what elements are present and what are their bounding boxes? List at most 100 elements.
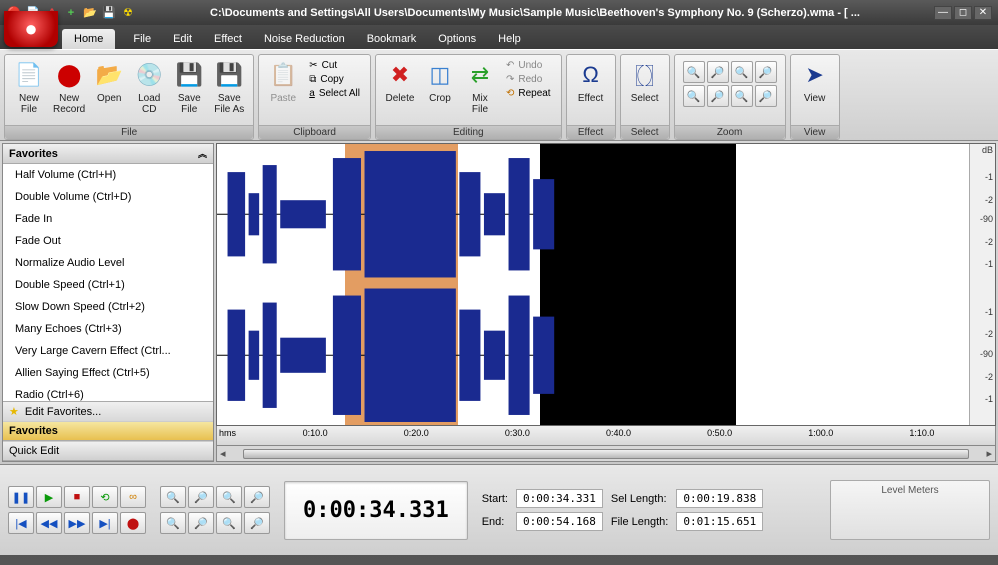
collapse-icon[interactable]: ︽ [198,147,207,160]
record-button[interactable]: ⬤ [120,512,146,534]
effect-button[interactable]: ΩEffect [571,57,611,106]
repeat-button[interactable]: ⟲Repeat [502,87,555,100]
stop-button[interactable]: ■ [64,486,90,508]
loop-toggle-button[interactable]: ∞ [120,486,146,508]
goto-start-button[interactable]: |◀ [8,512,34,534]
record-icon: ⬤ [53,59,85,91]
qa-open-icon[interactable]: 📂 [82,5,98,21]
selection-region-b[interactable] [540,144,736,425]
end-value: 0:00:54.168 [516,512,603,531]
rewind-button[interactable]: ◀◀ [36,512,62,534]
minimize-button[interactable]: — [934,6,952,20]
level-meters: Level Meters [830,480,990,540]
list-item[interactable]: Fade In [3,208,213,230]
qa-save-icon[interactable]: 💾 [101,5,117,21]
delete-button[interactable]: ✖Delete [380,57,420,106]
zoom-r-button[interactable]: 🔎 [244,512,270,534]
app-menu-button[interactable]: ● [4,11,58,47]
list-item[interactable]: Double Volume (Ctrl+D) [3,186,213,208]
delete-icon: ✖ [384,59,416,91]
ribbon-group-view-label: View [791,125,839,139]
cut-button[interactable]: ✂Cut [305,59,364,72]
close-button[interactable]: ✕ [974,6,992,20]
new-file-button[interactable]: 📄New File [9,57,49,117]
qa-plus-icon[interactable]: + [63,5,79,21]
zoom-left-button[interactable]: 🔍 [731,85,753,107]
goto-end-button[interactable]: ▶| [92,512,118,534]
zoom-in-v-button[interactable]: 🔍 [683,85,705,107]
transport-controls: ❚❚ ▶ ■ ⟲ ∞ |◀ ◀◀ ▶▶ ▶| ⬤ [8,486,146,534]
list-item[interactable]: Normalize Audio Level [3,252,213,274]
crop-icon: ◫ [424,59,456,91]
list-item[interactable]: Very Large Cavern Effect (Ctrl... [3,340,213,362]
list-item[interactable]: Fade Out [3,230,213,252]
menu-options[interactable]: Options [428,29,486,49]
sel-length-value: 0:00:19.838 [676,489,763,508]
menu-bookmark[interactable]: Bookmark [357,29,427,49]
favorites-tab-button[interactable]: Favorites [3,421,213,441]
zoom-full-button[interactable]: 🔎 [755,61,777,83]
mix-file-button[interactable]: ⇄Mix File [460,57,500,117]
load-cd-button[interactable]: 💿Load CD [129,57,169,117]
list-item[interactable]: Half Volume (Ctrl+H) [3,164,213,186]
scroll-left-icon[interactable]: ◂ [217,447,229,460]
list-item[interactable]: Radio (Ctrl+6) [3,384,213,401]
maximize-button[interactable]: ◻ [954,6,972,20]
zoom-vout-button[interactable]: 🔎 [188,512,214,534]
view-button[interactable]: ➤View [795,57,835,106]
tab-home[interactable]: Home [62,29,115,49]
menu-edit[interactable]: Edit [163,29,202,49]
forward-button[interactable]: ▶▶ [64,512,90,534]
edit-favorites-button[interactable]: ★ Edit Favorites... [3,401,213,421]
list-item[interactable]: Slow Down Speed (Ctrl+2) [3,296,213,318]
quick-edit-tab-button[interactable]: Quick Edit [3,441,213,461]
zoom-sel-button2[interactable]: 🔍 [216,486,242,508]
sel-length-label: Sel Length: [611,493,668,505]
qa-burn-icon[interactable]: ☢ [120,5,136,21]
waveform-left [217,144,568,285]
db-scale: dB -1 -2 -90 -2 -1 -1 -2 -90 -2 -1 [969,144,995,425]
menu-help[interactable]: Help [488,29,531,49]
save-file-button[interactable]: 💾Save File [169,57,209,117]
mix-icon: ⇄ [464,59,496,91]
time-ruler[interactable]: hms 0:10.0 0:20.0 0:30.0 0:40.0 0:50.0 1… [216,426,996,446]
zoom-out-button[interactable]: 🔎 [188,486,214,508]
list-item[interactable]: Allien Saying Effect (Ctrl+5) [3,362,213,384]
pause-button[interactable]: ❚❚ [8,486,34,508]
zoom-in-button[interactable]: 🔍 [160,486,186,508]
zoom-sel-button[interactable]: 🔍 [731,61,753,83]
zoom-l-button[interactable]: 🔍 [216,512,242,534]
zoom-out-v-button[interactable]: 🔎 [707,85,729,107]
save-as-button[interactable]: 💾Save File As [209,57,249,117]
zoom-vin-button[interactable]: 🔍 [160,512,186,534]
open-button[interactable]: 📂Open [89,57,129,106]
zoom-out-h-button[interactable]: 🔎 [707,61,729,83]
waveform-panel: dB -1 -2 -90 -2 -1 -1 -2 -90 -2 -1 hms 0… [216,143,996,462]
ribbon-group-clipboard-label: Clipboard [259,125,370,139]
menu-noise-reduction[interactable]: Noise Reduction [254,29,355,49]
waveform-canvas[interactable] [217,144,969,425]
copy-button[interactable]: ⧉Copy [305,73,364,86]
scroll-right-icon[interactable]: ▸ [983,447,995,460]
list-item[interactable]: Double Speed (Ctrl+1) [3,274,213,296]
zoom-in-h-button[interactable]: 🔍 [683,61,705,83]
ribbon-group-view: ➤View View [790,54,840,140]
select-button[interactable]: 〖〗Select [625,57,665,106]
cd-icon: 💿 [133,59,165,91]
end-label: End: [482,516,508,528]
menu-file[interactable]: File [123,29,161,49]
window-title: C:\Documents and Settings\All Users\Docu… [136,7,934,19]
crop-button[interactable]: ◫Crop [420,57,460,106]
ribbon-group-clipboard: 📋Paste ✂Cut ⧉Copy aSelect All Clipboard [258,54,371,140]
list-item[interactable]: Many Echoes (Ctrl+3) [3,318,213,340]
play-loop-button[interactable]: ⟲ [92,486,118,508]
new-record-button[interactable]: ⬤New Record [49,57,89,117]
select-all-button[interactable]: aSelect All [305,87,364,100]
menu-effect[interactable]: Effect [204,29,252,49]
zoom-right-button[interactable]: 🔎 [755,85,777,107]
horizontal-scrollbar[interactable]: ◂ ▸ [216,446,996,462]
zoom-all-button[interactable]: 🔎 [244,486,270,508]
scrollbar-thumb[interactable] [243,449,970,459]
time-tick: 0:40.0 [606,428,631,438]
play-button[interactable]: ▶ [36,486,62,508]
